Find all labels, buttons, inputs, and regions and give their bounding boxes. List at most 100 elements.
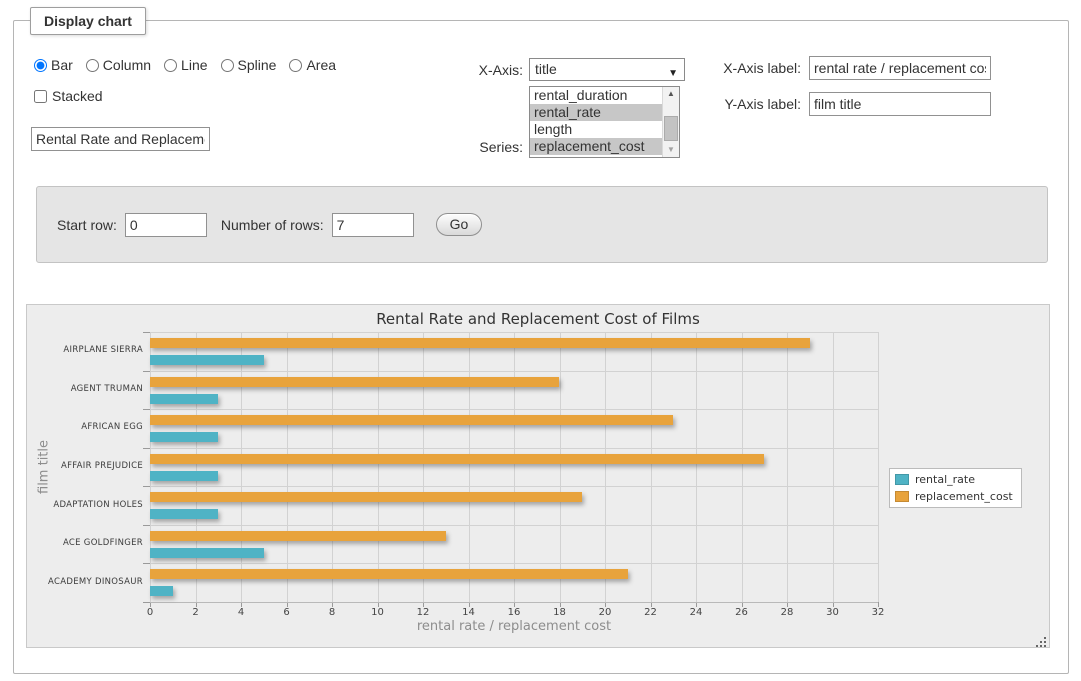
x-axis-label-label: X-Axis label: — [701, 60, 801, 76]
gridline-vertical — [469, 332, 470, 602]
number-of-rows-label: Number of rows: — [221, 217, 324, 233]
stacked-checkbox[interactable] — [34, 90, 47, 103]
chart-x-axis-label: rental rate / replacement cost — [150, 619, 878, 634]
radio-label: Column — [103, 57, 151, 73]
scroll-down-icon[interactable]: ▼ — [663, 143, 679, 157]
gridline-horizontal — [150, 563, 878, 564]
gridline-vertical — [332, 332, 333, 602]
panel-title: Display chart — [30, 7, 146, 35]
y-axis-tick — [143, 563, 150, 564]
gridline-horizontal — [150, 486, 878, 487]
x-axis-tick-label: 8 — [317, 607, 347, 618]
radio-label: Area — [306, 57, 336, 73]
chart-type-radio-bar[interactable]: Bar — [34, 57, 73, 73]
gridline-horizontal — [150, 525, 878, 526]
legend-item-rental_rate: rental_rate — [895, 473, 1013, 486]
chart-type-radio-area[interactable]: Area — [289, 57, 336, 73]
gridline-horizontal — [150, 332, 878, 333]
bar-replacement_cost — [150, 454, 764, 464]
gridline-vertical — [287, 332, 288, 602]
radio-button[interactable] — [164, 59, 177, 72]
x-axis-tick-label: 32 — [863, 607, 893, 618]
radio-button[interactable] — [221, 59, 234, 72]
y-axis-label-input[interactable] — [809, 92, 991, 116]
bar-replacement_cost — [150, 569, 628, 579]
x-axis-select[interactable]: title ▼ — [529, 58, 685, 81]
y-axis-label-label: Y-Axis label: — [701, 96, 801, 112]
series-select-label: Series: — [461, 139, 523, 155]
radio-button[interactable] — [34, 59, 47, 72]
scrollbar-thumb[interactable] — [664, 116, 678, 141]
number-of-rows-input[interactable] — [332, 213, 414, 237]
stacked-option[interactable]: Stacked — [34, 88, 103, 104]
x-axis-tick-label: 16 — [499, 607, 529, 618]
gridline-vertical — [196, 332, 197, 602]
radio-button[interactable] — [289, 59, 302, 72]
y-axis-tick — [143, 409, 150, 410]
chart-title: Rental Rate and Replacement Cost of Film… — [27, 310, 1049, 328]
legend-swatch-replacement_cost — [895, 491, 909, 502]
y-axis-tick — [143, 332, 150, 333]
plot-area: 02468101214161820222426283032AIRPLANE SI… — [150, 332, 878, 602]
chart-title-input[interactable] — [31, 127, 210, 151]
category-label: ACADEMY DINOSAUR — [33, 577, 143, 587]
gridline-horizontal — [150, 371, 878, 372]
legend-label: rental_rate — [915, 473, 975, 486]
gridline-vertical — [605, 332, 606, 602]
x-axis-tick-label: 12 — [408, 607, 438, 618]
series-multiselect[interactable]: rental_durationrental_ratelengthreplacem… — [529, 86, 680, 158]
bar-rental_rate — [150, 355, 264, 365]
display-chart-panel: Display chart BarColumnLineSplineArea St… — [13, 20, 1069, 674]
x-axis-tick-label: 24 — [681, 607, 711, 618]
legend-item-replacement_cost: replacement_cost — [895, 490, 1013, 503]
bar-replacement_cost — [150, 492, 582, 502]
gridline-vertical — [651, 332, 652, 602]
gridline-vertical — [742, 332, 743, 602]
series-option-rental_rate[interactable]: rental_rate — [530, 104, 663, 121]
scroll-up-icon[interactable]: ▲ — [663, 87, 679, 101]
chart-type-radio-line[interactable]: Line — [164, 57, 207, 73]
gridline-vertical — [787, 332, 788, 602]
go-button[interactable]: Go — [436, 213, 483, 236]
category-label: ADAPTATION HOLES — [33, 500, 143, 510]
radio-label: Line — [181, 57, 207, 73]
chart-type-options: Bar Column Line Spline Area — [34, 57, 336, 73]
chart-type-radio-spline[interactable]: Spline — [221, 57, 277, 73]
series-scrollbar[interactable]: ▲ ▼ — [662, 87, 679, 157]
x-axis-tick-label: 4 — [226, 607, 256, 618]
gridline-horizontal — [150, 448, 878, 449]
resize-handle-icon[interactable] — [1035, 633, 1047, 645]
category-label: AIRPLANE SIERRA — [33, 345, 143, 355]
category-label: AFRICAN EGG — [33, 422, 143, 432]
series-option-replacement_cost[interactable]: replacement_cost — [530, 138, 663, 155]
gridline-vertical — [560, 332, 561, 602]
bar-rental_rate — [150, 509, 218, 519]
category-label: AGENT TRUMAN — [33, 384, 143, 394]
x-axis-tick-label: 30 — [818, 607, 848, 618]
category-label: ACE GOLDFINGER — [33, 538, 143, 548]
legend-label: replacement_cost — [915, 490, 1013, 503]
bar-rental_rate — [150, 471, 218, 481]
y-axis-tick — [143, 371, 150, 372]
chart-legend: rental_rate replacement_cost — [889, 468, 1022, 508]
start-row-label: Start row: — [57, 217, 117, 233]
gridline-vertical — [833, 332, 834, 602]
bar-replacement_cost — [150, 531, 446, 541]
chart-type-radio-column[interactable]: Column — [86, 57, 151, 73]
stacked-label: Stacked — [52, 88, 103, 104]
series-option-length[interactable]: length — [530, 121, 663, 138]
bar-rental_rate — [150, 394, 218, 404]
gridline-horizontal — [150, 409, 878, 410]
x-axis-label-input[interactable] — [809, 56, 991, 80]
legend-swatch-rental_rate — [895, 474, 909, 485]
x-axis-select-label: X-Axis: — [461, 62, 523, 78]
y-axis-tick — [143, 448, 150, 449]
series-option-rental_duration[interactable]: rental_duration — [530, 87, 663, 104]
x-axis-tick-label: 14 — [454, 607, 484, 618]
radio-button[interactable] — [86, 59, 99, 72]
x-axis-tick-label: 10 — [363, 607, 393, 618]
x-axis-tick-label: 2 — [181, 607, 211, 618]
start-row-input[interactable] — [125, 213, 207, 237]
gridline-vertical — [878, 332, 879, 602]
gridline-vertical — [514, 332, 515, 602]
